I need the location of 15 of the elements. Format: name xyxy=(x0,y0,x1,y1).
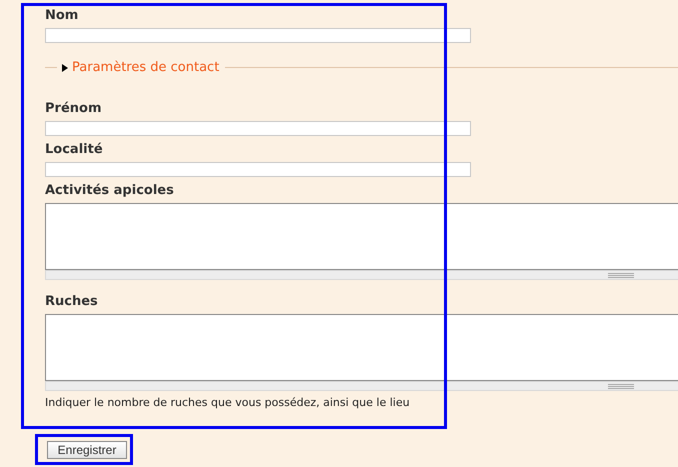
grip-icon xyxy=(608,272,634,278)
text-area[interactable] xyxy=(45,314,678,381)
input-field[interactable] xyxy=(45,28,471,43)
input-field[interactable] xyxy=(45,162,471,177)
field-label: Activités apicoles xyxy=(45,183,174,199)
field-label: Ruches xyxy=(45,294,98,310)
field-label: Nom xyxy=(45,8,78,24)
field-label: Prénom xyxy=(45,101,102,117)
help-text: Indiquer le nombre de ruches que vous possédez, ainsi que le lieu xyxy=(45,396,410,409)
text-area[interactable] xyxy=(45,203,678,270)
save-button[interactable]: Enregistrer xyxy=(47,441,127,459)
field-label: Localité xyxy=(45,142,103,158)
grip-icon xyxy=(608,384,634,388)
input-field[interactable] xyxy=(45,121,471,136)
triangle-icon xyxy=(62,64,68,72)
